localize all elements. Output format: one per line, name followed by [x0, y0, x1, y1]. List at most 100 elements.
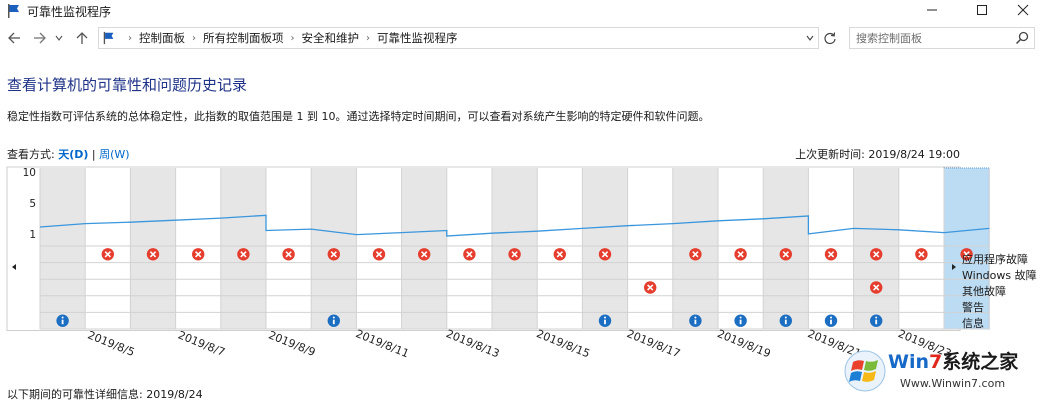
arrow-right-icon — [34, 32, 46, 44]
info-event-icon — [734, 314, 747, 327]
critical-event-icon — [553, 248, 566, 261]
watermark-brand: Win7系统之家 — [888, 351, 1019, 373]
critical-event-icon — [192, 248, 205, 261]
critical-event-icon — [237, 248, 250, 261]
view-mode-selector: 查看方式: 天(D) | 周(W) — [7, 146, 130, 162]
info-event-stem — [830, 319, 832, 325]
x-tick-label: 2019/8/15 — [535, 327, 592, 360]
critical-event-icon — [463, 248, 476, 261]
back-button[interactable] — [4, 28, 24, 48]
last-updated-text: 上次更新时间: 2019/8/24 19:00 — [795, 148, 960, 161]
row-label-information: 信息 — [962, 317, 984, 330]
minimize-button[interactable] — [909, 0, 955, 20]
info-event-icon — [327, 314, 340, 327]
maximize-button[interactable] — [959, 0, 1005, 20]
refresh-icon — [824, 32, 836, 45]
minimize-icon — [927, 9, 937, 11]
info-event-dot — [830, 316, 832, 319]
breadcrumb: › 控制面板 › 所有控制面板项 › 安全和维护 › 可靠性监视程序 — [99, 30, 458, 46]
critical-event-icon — [282, 248, 295, 261]
view-week-link[interactable]: 周(W) — [99, 148, 129, 161]
view-mode-separator: | — [91, 148, 96, 161]
info-event-dot — [739, 316, 742, 319]
info-event-icon — [870, 314, 883, 327]
maximize-icon — [977, 5, 987, 15]
row-label-warnings: 警告 — [962, 301, 984, 314]
x-tick-label: 2019/8/7 — [176, 328, 227, 359]
chevron-down-icon — [55, 35, 63, 41]
details-period-text: 以下期间的可靠性详细信息: 2019/8/24 — [7, 388, 203, 400]
arrow-up-icon — [76, 32, 88, 44]
day-column-shade — [40, 168, 86, 329]
info-event-icon — [779, 314, 792, 327]
critical-event-icon — [327, 248, 340, 261]
breadcrumb-all-items[interactable]: 所有控制面板项 — [203, 30, 284, 46]
x-tick-label: 2019/8/9 — [267, 328, 318, 359]
windows-logo-icon — [844, 350, 886, 392]
info-event-dot — [604, 316, 606, 319]
critical-event-icon — [870, 248, 883, 261]
chevron-down-icon — [806, 35, 814, 41]
row-label-windows-failures: Windows 故障 — [962, 269, 1037, 282]
info-event-icon — [689, 314, 702, 327]
x-tick-label: 2019/8/5 — [86, 328, 137, 359]
watermark: Win7系统之家 Www.Winwin7.com — [842, 344, 1038, 400]
y-tick-label: 10 — [23, 167, 36, 179]
critical-event-icon — [146, 248, 160, 261]
info-event-stem — [61, 319, 64, 325]
info-event-dot — [694, 316, 697, 319]
search-icon[interactable] — [1014, 30, 1030, 46]
info-event-icon — [56, 314, 69, 327]
up-button[interactable] — [72, 28, 92, 48]
chevron-right-icon[interactable]: › — [366, 33, 370, 44]
critical-event-icon — [824, 248, 838, 261]
critical-event-icon — [870, 281, 883, 294]
info-event-stem — [332, 319, 335, 325]
flag-icon — [103, 31, 114, 45]
critical-event-icon — [101, 248, 115, 261]
x-tick-label: 2019/8/19 — [715, 327, 772, 360]
close-button[interactable] — [1000, 0, 1042, 20]
info-event-stem — [784, 319, 787, 325]
info-event-stem — [875, 319, 878, 325]
critical-event-icon — [779, 248, 792, 261]
chevron-right-icon: › — [128, 32, 132, 44]
critical-event-icon — [508, 248, 521, 261]
arrow-left-icon — [8, 32, 20, 44]
refresh-button[interactable] — [821, 28, 839, 48]
info-event-stem — [694, 319, 697, 325]
info-event-icon — [824, 314, 838, 327]
info-event-stem — [604, 319, 606, 325]
row-label-misc-failures: 其他故障 — [962, 285, 1006, 298]
search-box[interactable] — [849, 27, 1035, 49]
view-mode-label: 查看方式: — [7, 148, 55, 161]
info-event-dot — [875, 316, 878, 319]
critical-event-icon — [598, 248, 612, 261]
x-tick-label: 2019/8/11 — [354, 327, 411, 360]
close-icon — [1017, 4, 1029, 16]
critical-event-icon — [689, 248, 702, 261]
y-tick-label: 5 — [29, 198, 36, 210]
search-input[interactable] — [856, 28, 1006, 48]
breadcrumb-security-maintenance[interactable]: 安全和维护 — [302, 30, 360, 46]
info-event-icon — [598, 314, 612, 327]
breadcrumb-control-panel[interactable]: 控制面板 — [139, 30, 185, 46]
chevron-right-icon[interactable]: › — [192, 33, 196, 44]
page-description: 稳定性指数可评估系统的总体稳定性，此指数的取值范围是 1 到 10。通过选择特定… — [7, 110, 710, 123]
recent-locations-button[interactable] — [53, 28, 65, 48]
address-dropdown-button[interactable] — [802, 28, 818, 48]
x-tick-label: 2019/8/17 — [625, 327, 682, 360]
address-bar[interactable]: › 控制面板 › 所有控制面板项 › 安全和维护 › 可靠性监视程序 — [98, 27, 819, 49]
chevron-right-icon[interactable]: › — [291, 33, 295, 44]
breadcrumb-reliability-monitor[interactable]: 可靠性监视程序 — [377, 30, 458, 46]
critical-event-icon — [915, 248, 928, 261]
window-title: 可靠性监视程序 — [27, 5, 112, 19]
critical-event-icon — [418, 248, 431, 261]
critical-event-icon — [372, 248, 386, 261]
forward-button[interactable] — [30, 28, 50, 48]
view-day-link[interactable]: 天(D) — [58, 148, 88, 161]
critical-event-icon — [644, 281, 657, 294]
info-event-dot — [332, 316, 335, 319]
info-event-stem — [739, 319, 742, 325]
x-tick-label: 2019/8/13 — [444, 327, 501, 360]
